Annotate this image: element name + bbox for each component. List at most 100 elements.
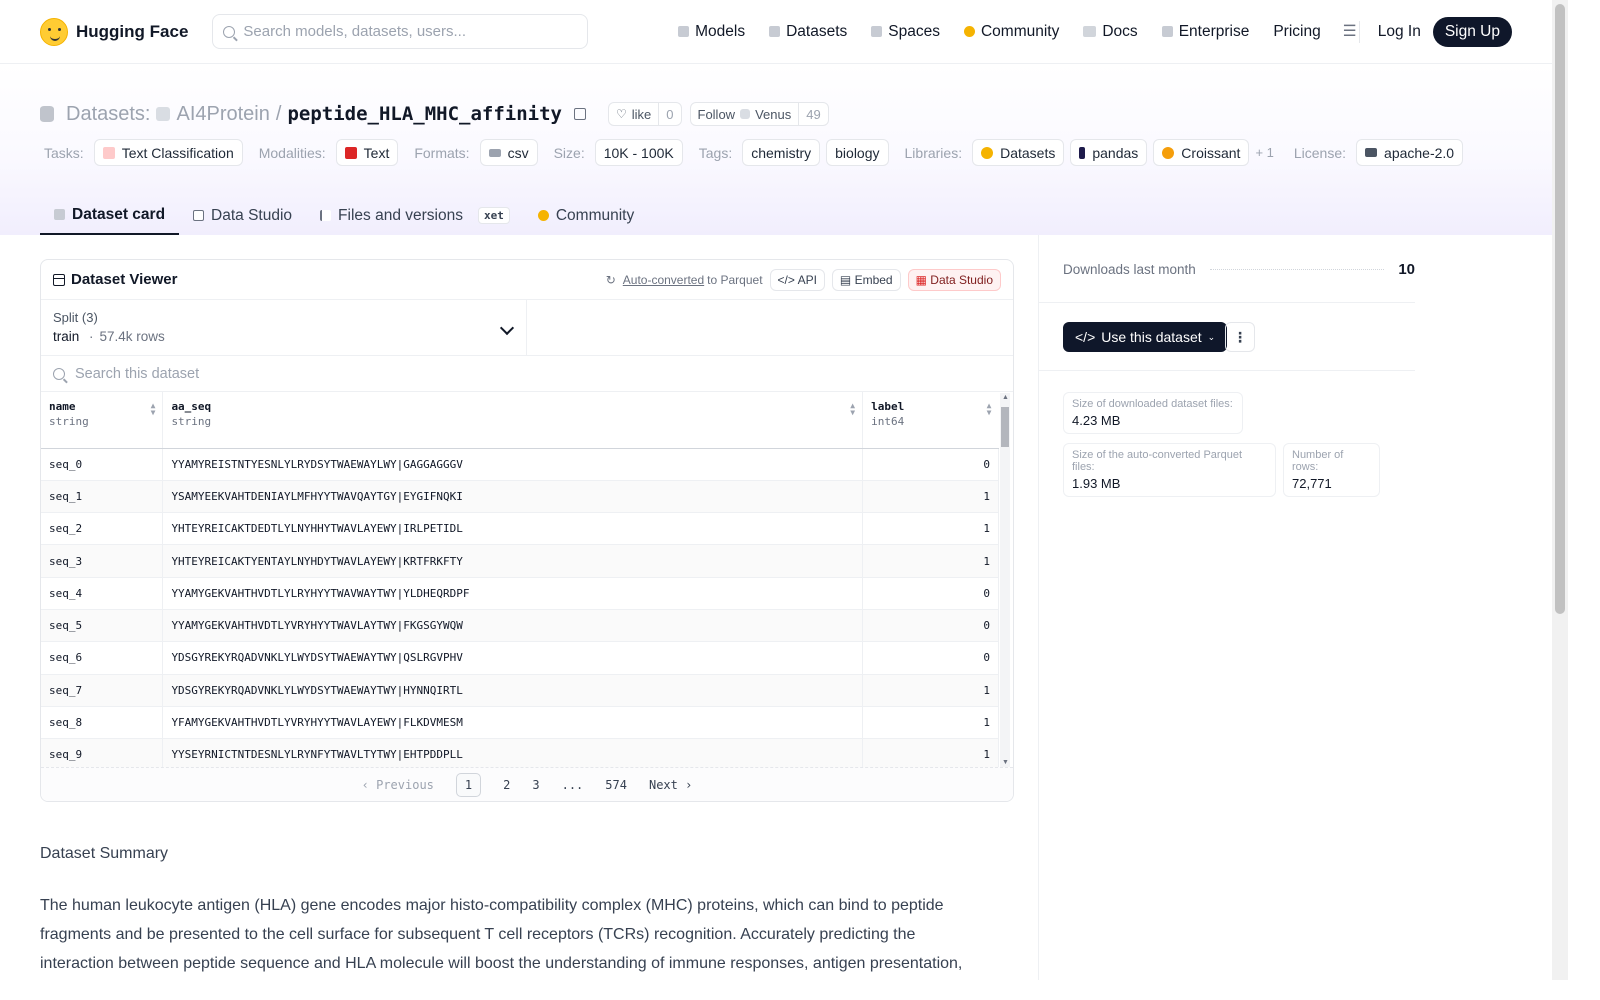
signup-button[interactable]: Sign Up xyxy=(1432,16,1512,47)
tag-license[interactable]: apache-2.0 xyxy=(1356,139,1464,166)
scroll-down-icon[interactable]: ▼ xyxy=(1002,759,1009,766)
cell-label[interactable]: 1 xyxy=(862,674,999,707)
split-separator: · xyxy=(89,329,94,344)
pagination-page-last[interactable]: 574 xyxy=(605,778,627,792)
table-row[interactable]: seq_2 YHTEYREICAKTDEDTLYLNYHHYTWAVLAYEWY|… xyxy=(41,512,999,546)
files-icon xyxy=(320,210,332,221)
nav-datasets[interactable]: Datasets xyxy=(757,23,859,41)
nav-pricing[interactable]: Pricing xyxy=(1261,23,1332,41)
tab-files-versions[interactable]: Files and versions xet xyxy=(306,196,524,235)
tag-size[interactable]: 10K - 100K xyxy=(594,139,683,166)
cell-label[interactable]: 1 xyxy=(862,706,999,740)
cell-aa-seq[interactable]: YYAMYGEKVAHTHVDTLYLRYHYYTWAVWAYTWY|YLDHE… xyxy=(162,577,864,610)
cell-label[interactable]: 1 xyxy=(862,512,999,546)
cell-aa-seq[interactable]: YDSGYREKYRQADVNKLYLWYDSYTWAEWAYTWY|QSLRG… xyxy=(162,641,864,675)
cell-label[interactable]: 0 xyxy=(862,448,999,481)
cell-name[interactable]: seq_0 xyxy=(41,448,164,481)
tab-community[interactable]: Community xyxy=(524,196,648,235)
cell-name[interactable]: seq_7 xyxy=(41,674,164,707)
column-header-aa-seq[interactable]: aa_seq string ▲ ▼ xyxy=(162,392,864,449)
pagination-page-3[interactable]: 3 xyxy=(532,778,539,792)
pagination-page-1[interactable]: 1 xyxy=(455,772,482,797)
scrollbar-thumb[interactable] xyxy=(1001,407,1009,447)
cell-name[interactable]: seq_2 xyxy=(41,512,164,546)
table-row[interactable]: seq_4 YYAMYGEKVAHTHVDTLYLRYHYYTWAVWAYTWY|… xyxy=(41,577,999,610)
tag-lib-croissant[interactable]: Croissant xyxy=(1153,139,1250,166)
sort-icon[interactable]: ▲ ▼ xyxy=(151,402,156,417)
cell-aa-seq[interactable]: YHTEYREICAKTDEDTLYLNYHHYTWAVLAYEWY|IRLPE… xyxy=(162,512,864,546)
viewer-title-label: Dataset Viewer xyxy=(71,271,178,288)
repo-name-link[interactable]: peptide_HLA_MHC_affinity xyxy=(287,103,562,125)
cell-label[interactable]: 1 xyxy=(862,544,999,578)
table-scrollbar[interactable]: ▲ ▼ xyxy=(1000,393,1010,767)
libraries-more[interactable]: + 1 xyxy=(1255,145,1273,160)
split-select[interactable]: Split (3) train · 57.4k rows xyxy=(41,300,527,355)
cell-label[interactable]: 0 xyxy=(862,641,999,675)
table-row[interactable]: seq_7 YDSGYREKYRQADVNKLYLWYDSYTWAEWAYTWY|… xyxy=(41,674,999,707)
follow-button[interactable]: Follow Venus 49 xyxy=(689,102,829,126)
login-link[interactable]: Log In xyxy=(1366,23,1433,41)
repo-org-link[interactable]: AI4Protein xyxy=(176,103,269,126)
cell-aa-seq[interactable]: YDSGYREKYRQADVNKLYLWYDSYTWAEWAYTWY|HYNNQ… xyxy=(162,674,864,707)
table-row[interactable]: seq_5 YYAMYGEKVAHTHVDTLYVRYHYYTWAVLAYTWY|… xyxy=(41,609,999,643)
tab-dataset-card[interactable]: Dataset card xyxy=(40,196,180,235)
cell-label[interactable]: 0 xyxy=(862,577,999,610)
cell-name[interactable]: seq_3 xyxy=(41,544,164,578)
tab-data-studio[interactable]: Data Studio xyxy=(179,196,306,235)
more-options-button[interactable]: ⋮ xyxy=(1225,322,1255,352)
table-row[interactable]: seq_0 YYAMYREISTNTYESNLYLRYDSYTWAEWAYLWY|… xyxy=(41,448,999,481)
cell-name[interactable]: seq_4 xyxy=(41,577,164,610)
tag-lib-datasets[interactable]: Datasets xyxy=(972,139,1065,166)
auto-converted-link[interactable]: Auto-converted xyxy=(623,273,704,287)
tag-format[interactable]: csv xyxy=(479,139,538,166)
sort-icon[interactable]: ▲ ▼ xyxy=(850,402,855,417)
copy-icon[interactable] xyxy=(573,108,586,120)
nav-community[interactable]: Community xyxy=(952,23,1071,41)
tag-task[interactable]: Text Classification xyxy=(93,139,243,166)
page-scrollbar[interactable] xyxy=(1552,0,1568,980)
nav-spaces[interactable]: Spaces xyxy=(859,23,952,41)
table-row[interactable]: seq_6 YDSGYREKYRQADVNKLYLWYDSYTWAEWAYTWY|… xyxy=(41,641,999,675)
pagination-page-2[interactable]: 2 xyxy=(503,778,510,792)
brand-logo-link[interactable]: Hugging Face xyxy=(40,17,188,46)
tag-biology[interactable]: biology xyxy=(826,139,889,166)
tag-lib-pandas-label: pandas xyxy=(1092,144,1139,161)
like-button[interactable]: ♡ like 0 xyxy=(607,102,682,126)
downloads-label: Downloads last month xyxy=(1063,262,1196,277)
cell-aa-seq[interactable]: YYAMYREISTNTYESNLYLRYDSYTWAEWAYLWY|GAGGA… xyxy=(162,448,864,481)
nav-docs[interactable]: Docs xyxy=(1071,23,1149,41)
dataset-search-input[interactable]: Search this dataset xyxy=(41,356,1013,392)
cell-name[interactable]: seq_1 xyxy=(41,480,164,514)
use-dataset-button[interactable]: </> Use this dataset ⌄ xyxy=(1063,322,1228,352)
nav-models[interactable]: Models xyxy=(666,23,757,41)
tag-modality[interactable]: Text xyxy=(335,139,399,166)
column-header-label[interactable]: label int64 ▲ ▼ xyxy=(862,392,999,449)
global-search-input[interactable]: Search models, datasets, users... xyxy=(212,14,589,49)
api-button[interactable]: </> API xyxy=(769,268,825,291)
table-row[interactable]: seq_3 YHTEYREICAKTYENTAYLNYHDYTWAVLAYEWY|… xyxy=(41,544,999,578)
pagination-previous[interactable]: ‹ Previous xyxy=(362,778,434,792)
cell-aa-seq[interactable]: YSAMYEEKVAHTDENIAYLMFHYYTWAVQAYTGY|EYGIF… xyxy=(162,480,864,514)
cell-aa-seq[interactable]: YFAMYGEKVAHTHVDTLYVRYHYYTWAVLAYEWY|FLKDV… xyxy=(162,706,864,740)
table-row[interactable]: seq_8 YFAMYGEKVAHTHVDTLYVRYHYYTWAVLAYEWY|… xyxy=(41,706,999,740)
data-studio-button[interactable]: ▦ Data Studio xyxy=(907,268,1001,291)
scroll-up-icon[interactable]: ▲ xyxy=(1002,394,1009,401)
nav-enterprise[interactable]: Enterprise xyxy=(1150,23,1262,41)
cell-aa-seq[interactable]: YHTEYREICAKTYENTAYLNYHDYTWAVLAYEWY|KRTFR… xyxy=(162,544,864,578)
page-scrollbar-thumb[interactable] xyxy=(1555,4,1565,614)
tag-lib-pandas[interactable]: pandas xyxy=(1070,139,1148,166)
embed-button[interactable]: ▤ Embed xyxy=(831,268,901,291)
table-row[interactable]: seq_1 YSAMYEEKVAHTDENIAYLMFHYYTWAVQAYTGY|… xyxy=(41,480,999,514)
org-avatar-icon xyxy=(156,107,171,121)
cell-name[interactable]: seq_8 xyxy=(41,706,164,740)
cell-name[interactable]: seq_6 xyxy=(41,641,164,675)
cell-label[interactable]: 0 xyxy=(862,609,999,643)
pagination-next[interactable]: Next › xyxy=(649,778,692,792)
more-menu-icon[interactable]: ☰ xyxy=(1333,22,1357,41)
column-header-name[interactable]: name string ▲ ▼ xyxy=(41,392,164,449)
cell-name[interactable]: seq_5 xyxy=(41,609,164,643)
tag-chemistry[interactable]: chemistry xyxy=(742,139,821,166)
cell-label[interactable]: 1 xyxy=(862,480,999,514)
cell-aa-seq[interactable]: YYAMYGEKVAHTHVDTLYVRYHYYTWAVLAYTWY|FKGSG… xyxy=(162,609,864,643)
sort-icon[interactable]: ▲ ▼ xyxy=(987,402,992,417)
